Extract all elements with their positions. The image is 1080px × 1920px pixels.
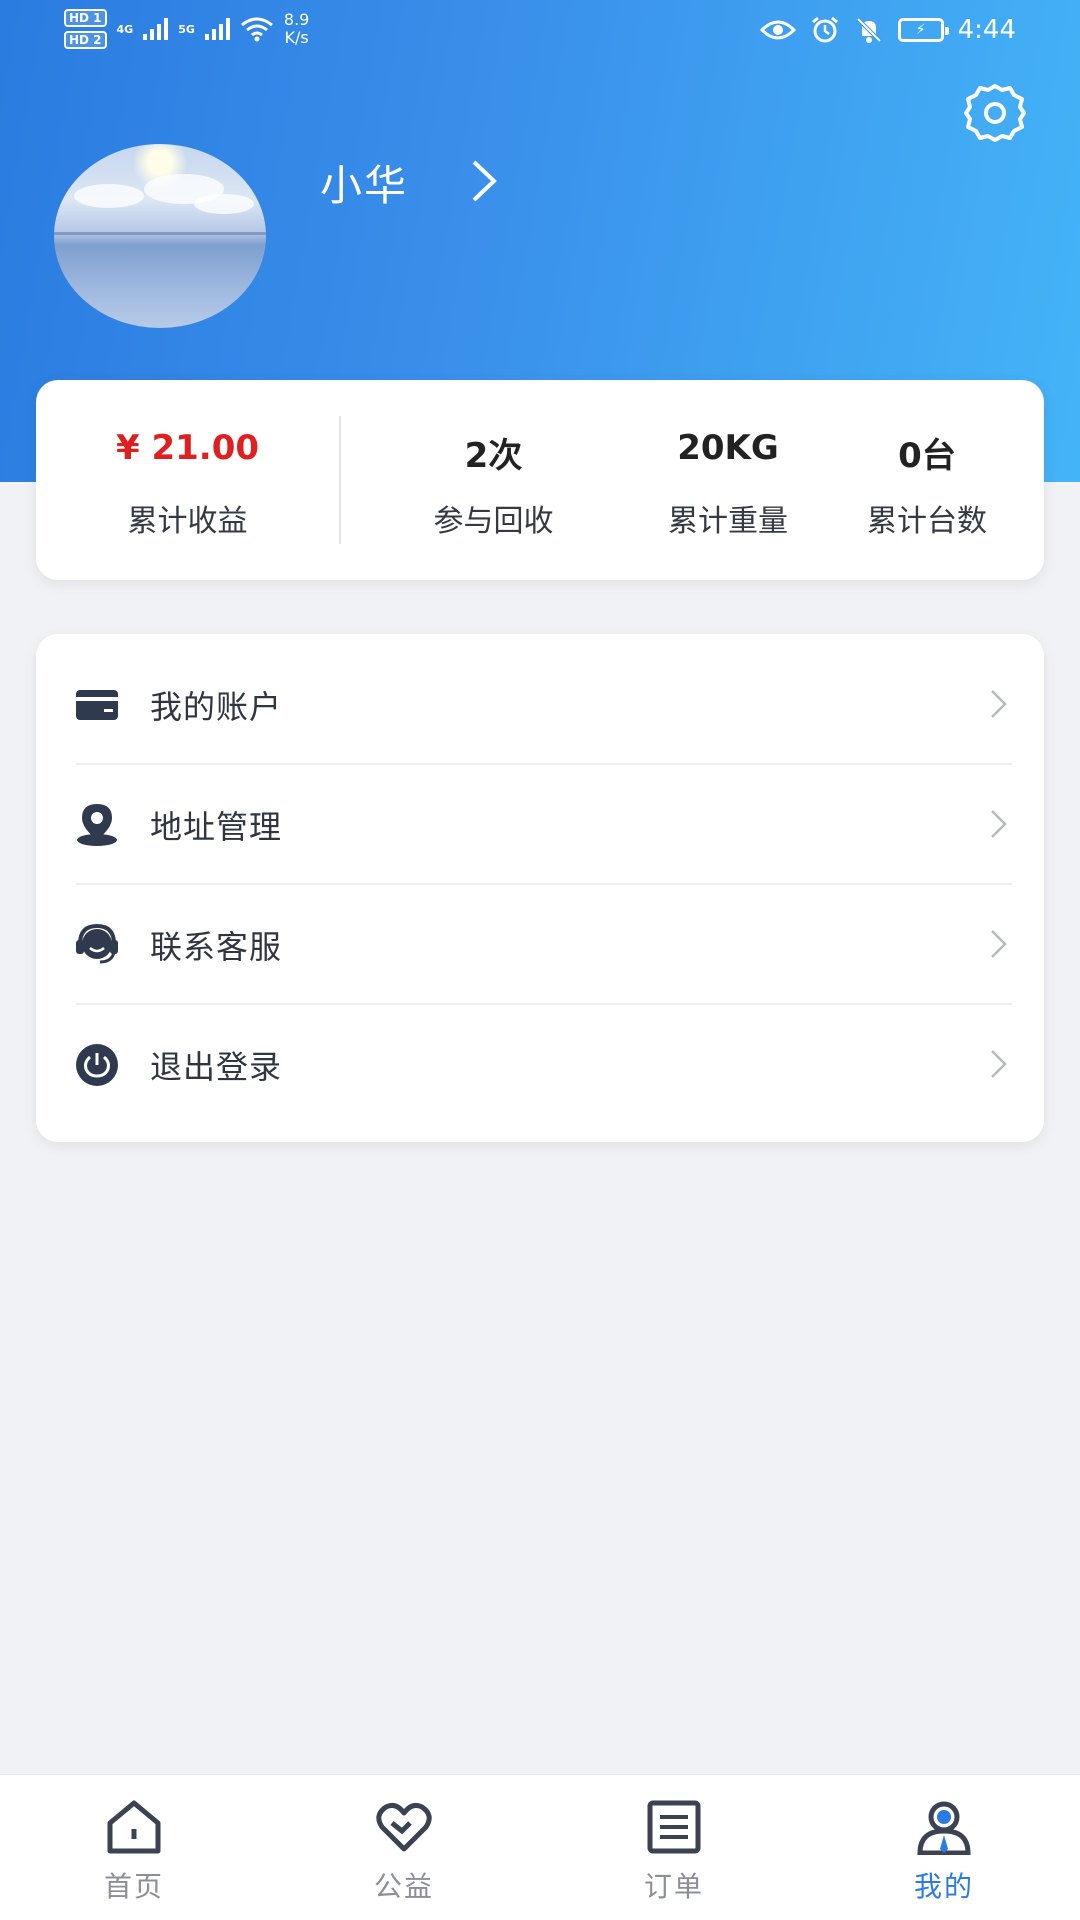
menu-item-customer-service[interactable]: 联系客服 bbox=[36, 884, 1044, 1004]
chevron-right-icon bbox=[991, 690, 1007, 718]
status-right: ⚡ 4:44 bbox=[759, 10, 1016, 50]
chevron-right-icon bbox=[991, 810, 1007, 838]
eye-icon bbox=[759, 20, 796, 40]
user-icon bbox=[917, 1801, 971, 1855]
menu-card: 我的账户 地址管理 联系客服 退出登录 bbox=[36, 634, 1044, 1142]
network-type-2: 5G bbox=[178, 22, 195, 36]
menu-item-account[interactable]: 我的账户 bbox=[36, 644, 1044, 764]
stat-devices: 0台 累计台数 bbox=[810, 380, 1044, 580]
menu-label: 地址管理 bbox=[150, 808, 283, 846]
tab-orders[interactable]: 订单 bbox=[574, 1775, 774, 1920]
headset-icon bbox=[76, 923, 118, 964]
menu-item-logout[interactable]: 退出登录 bbox=[36, 1004, 1044, 1124]
signal-icon bbox=[204, 18, 230, 40]
menu-label: 我的账户 bbox=[150, 688, 283, 726]
stat-value: ¥ 21.00 bbox=[115, 428, 260, 468]
battery-charging-icon: ⚡ bbox=[897, 18, 949, 42]
clock: 4:44 bbox=[957, 15, 1016, 45]
stat-label: 累计台数 bbox=[867, 504, 987, 539]
stat-label: 累计收益 bbox=[127, 504, 248, 539]
network-type-1: 4G bbox=[116, 22, 134, 36]
tab-label: 公益 bbox=[373, 1870, 434, 1903]
sim1-badge: HD 1 bbox=[64, 9, 107, 27]
username[interactable]: 小华 bbox=[320, 152, 408, 213]
network-speed: 8.9 K/s bbox=[284, 11, 309, 47]
chevron-right-icon bbox=[991, 930, 1007, 958]
menu-item-address[interactable]: 地址管理 bbox=[36, 764, 1044, 884]
location-icon bbox=[77, 804, 117, 846]
tab-charity[interactable]: 公益 bbox=[304, 1775, 504, 1920]
tab-mine[interactable]: 我的 bbox=[844, 1775, 1044, 1920]
stat-value: 0台 bbox=[898, 436, 956, 476]
bell-off-icon bbox=[856, 17, 882, 43]
card-icon bbox=[76, 690, 118, 720]
tab-label: 订单 bbox=[643, 1870, 704, 1903]
alarm-icon bbox=[811, 16, 838, 43]
status-left: HD 1 HD 2 4G 5G 8.9 K/s bbox=[64, 6, 309, 52]
list-icon bbox=[647, 1800, 701, 1854]
stats-card: ¥ 21.00 累计收益 2次 参与回收 20KG 累计重量 0台 累计台数 bbox=[36, 380, 1044, 580]
speed-value: 8.9 bbox=[283, 10, 310, 29]
home-icon bbox=[107, 1800, 161, 1854]
signal-icon bbox=[143, 18, 169, 40]
tab-label: 我的 bbox=[913, 1870, 974, 1903]
chevron-right-icon bbox=[991, 1050, 1007, 1078]
bottom-tab-bar: 首页 公益 订单 我的 bbox=[0, 1774, 1080, 1920]
chevron-right-icon[interactable] bbox=[466, 158, 500, 204]
wifi-icon bbox=[240, 17, 273, 42]
status-bar: HD 1 HD 2 4G 5G 8.9 K/s ⚡ 4:44 bbox=[0, 0, 1080, 58]
sim2-badge: HD 2 bbox=[64, 31, 107, 49]
tab-home[interactable]: 首页 bbox=[34, 1775, 234, 1920]
gear-icon[interactable] bbox=[962, 80, 1028, 146]
avatar[interactable] bbox=[54, 144, 266, 328]
stat-income: ¥ 21.00 累计收益 bbox=[36, 380, 339, 580]
heart-icon bbox=[376, 1803, 432, 1852]
power-icon bbox=[76, 1044, 118, 1086]
tab-label: 首页 bbox=[103, 1870, 164, 1903]
menu-label: 退出登录 bbox=[150, 1048, 283, 1086]
menu-label: 联系客服 bbox=[150, 928, 283, 966]
sim-badges: HD 1 HD 2 bbox=[64, 9, 107, 49]
speed-unit: K/s bbox=[284, 28, 309, 47]
